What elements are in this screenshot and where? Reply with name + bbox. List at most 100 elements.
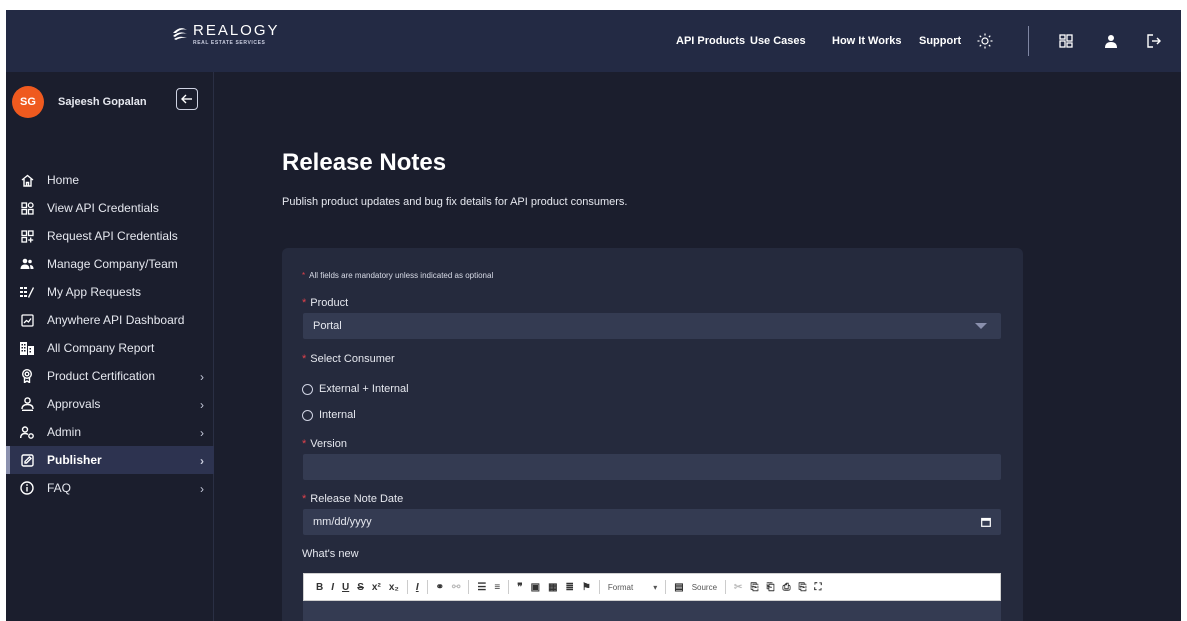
unlink-icon[interactable]: ⚯ — [452, 582, 460, 593]
sidebar-item-publisher[interactable]: Publisher › — [6, 446, 214, 474]
blockquote-icon[interactable]: ❞ — [517, 582, 522, 593]
version-label: * Version — [302, 438, 347, 450]
apps-grid-icon[interactable] — [1056, 31, 1076, 51]
numbered-list-icon[interactable]: ≡ — [494, 582, 500, 593]
release-date-label: * Release Note Date — [302, 493, 404, 505]
user-icon[interactable] — [1101, 31, 1121, 51]
radio-button[interactable] — [302, 383, 313, 395]
table-icon[interactable]: ▦ — [548, 582, 557, 593]
required-asterisk: * — [302, 493, 307, 505]
toolbar-separator — [725, 580, 727, 594]
product-selected-value: Portal — [313, 320, 342, 332]
date-placeholder: mm/dd/yyyy — [313, 516, 372, 528]
radio-button[interactable] — [302, 409, 313, 421]
image-icon[interactable]: ▣ — [531, 582, 540, 593]
source-button[interactable]: Source — [692, 583, 717, 592]
cut-icon[interactable]: ✂ — [734, 582, 742, 593]
chevron-right-icon: › — [200, 482, 204, 496]
header-divider — [1028, 26, 1029, 56]
toolbar-separator — [426, 580, 428, 594]
consumer-option-internal[interactable]: Internal — [302, 409, 356, 421]
chevron-right-icon: › — [200, 454, 204, 468]
arrow-left-icon — [181, 94, 192, 104]
sidebar-item-my-app-requests[interactable]: My App Requests — [6, 278, 214, 306]
toolbar-separator — [468, 580, 470, 594]
paste-icon[interactable]: ⎗ — [766, 582, 774, 593]
request-grid-icon — [20, 229, 34, 243]
brand-name: REALOGY — [193, 22, 280, 39]
sidebar-menu: Home View API Credentials Request API Cr… — [6, 166, 214, 502]
sidebar-item-request-api-credentials[interactable]: Request API Credentials — [6, 222, 214, 250]
caret-down-icon: ▾ — [653, 582, 658, 592]
sidebar-item-label: Product Certification — [47, 369, 156, 383]
required-asterisk: * — [302, 353, 307, 365]
paste-text-icon[interactable]: ⎙ — [782, 582, 790, 593]
toolbar-separator — [508, 580, 510, 594]
theme-sun-icon[interactable] — [975, 31, 995, 51]
link-icon[interactable]: ⚭ — [436, 582, 444, 593]
remove-format-button[interactable]: I — [416, 582, 419, 593]
info-icon — [20, 481, 34, 495]
brand-subtitle: REAL ESTATE SERVICES — [193, 40, 266, 46]
nav-support[interactable]: Support — [919, 35, 961, 47]
approvals-icon — [20, 397, 34, 411]
sidebar-item-label: My App Requests — [47, 285, 142, 299]
paste-word-icon[interactable]: ⎘ — [798, 582, 806, 593]
consumer-label: * Select Consumer — [302, 353, 395, 365]
sidebar-item-approvals[interactable]: Approvals › — [6, 390, 214, 418]
collapse-sidebar-button[interactable] — [176, 88, 198, 110]
sidebar-item-all-company-report[interactable]: All Company Report — [6, 334, 214, 362]
product-select[interactable]: Portal — [303, 313, 1001, 339]
sidebar-item-label: Home — [47, 173, 80, 187]
sidebar-item-anywhere-api-dashboard[interactable]: Anywhere API Dashboard — [6, 306, 214, 334]
underline-button[interactable]: U — [342, 582, 349, 593]
sidebar-item-faq[interactable]: FAQ › — [6, 474, 214, 502]
rich-text-toolbar: B I U S x² x₂ I ⚭ ⚯ ☰ ≡ ❞ ▣ ▦ ≣ ⚑ Format… — [303, 573, 1001, 601]
subscript-button[interactable]: x₂ — [389, 582, 399, 593]
required-asterisk: * — [302, 438, 307, 450]
release-date-input[interactable]: mm/dd/yyyy — [303, 509, 1001, 535]
brand-logo[interactable]: REALOGY REAL ESTATE SERVICES — [171, 22, 280, 46]
format-dropdown[interactable]: Format ▾ — [608, 583, 657, 592]
bulleted-list-icon[interactable]: ☰ — [477, 582, 486, 593]
radio-label: Internal — [319, 409, 356, 421]
nav-api-products[interactable]: API Products — [676, 35, 745, 47]
toolbar-separator — [598, 580, 600, 594]
copy-icon[interactable]: ⎘ — [750, 582, 758, 593]
flag-anchor-icon[interactable]: ⚑ — [582, 582, 591, 593]
strikethrough-button[interactable]: S — [357, 582, 364, 593]
calendar-icon[interactable] — [981, 517, 991, 527]
required-asterisk: * — [302, 271, 306, 280]
italic-button[interactable]: I — [331, 582, 334, 593]
required-asterisk: * — [302, 297, 307, 309]
sidebar-item-admin[interactable]: Admin › — [6, 418, 214, 446]
requests-icon — [20, 285, 34, 299]
bold-button[interactable]: B — [316, 582, 323, 593]
certification-icon — [20, 369, 34, 383]
avatar[interactable]: SG — [12, 86, 44, 118]
horizontal-line-icon[interactable]: ≣ — [566, 582, 574, 593]
maximize-icon[interactable]: ⛶ — [814, 582, 821, 593]
mandatory-note: * All fields are mandatory unless indicat… — [302, 271, 494, 280]
sidebar-item-view-api-credentials[interactable]: View API Credentials — [6, 194, 214, 222]
version-input[interactable] — [303, 454, 1001, 480]
admin-icon — [20, 425, 34, 439]
sidebar-item-manage-company-team[interactable]: Manage Company/Team — [6, 250, 214, 278]
toolbar-separator — [406, 580, 408, 594]
logout-icon[interactable] — [1144, 31, 1164, 51]
chevron-right-icon: › — [200, 426, 204, 440]
show-blocks-icon[interactable]: ▤ — [674, 582, 683, 593]
toolbar-separator — [665, 580, 667, 594]
nav-how-it-works[interactable]: How It Works — [832, 35, 901, 47]
dashboard-icon — [20, 313, 34, 327]
sidebar-item-home[interactable]: Home — [6, 166, 214, 194]
rich-text-editor-area[interactable] — [303, 601, 1001, 621]
page-subtitle: Publish product updates and bug fix deta… — [282, 196, 628, 208]
sidebar-item-label: Anywhere API Dashboard — [47, 313, 185, 327]
release-notes-form: * All fields are mandatory unless indicat… — [282, 248, 1023, 621]
superscript-button[interactable]: x² — [372, 582, 381, 593]
nav-use-cases[interactable]: Use Cases — [750, 35, 806, 47]
sidebar-item-product-certification[interactable]: Product Certification › — [6, 362, 214, 390]
app-frame: REALOGY REAL ESTATE SERVICES API Product… — [6, 10, 1181, 621]
consumer-option-external-internal[interactable]: External + Internal — [302, 383, 409, 395]
